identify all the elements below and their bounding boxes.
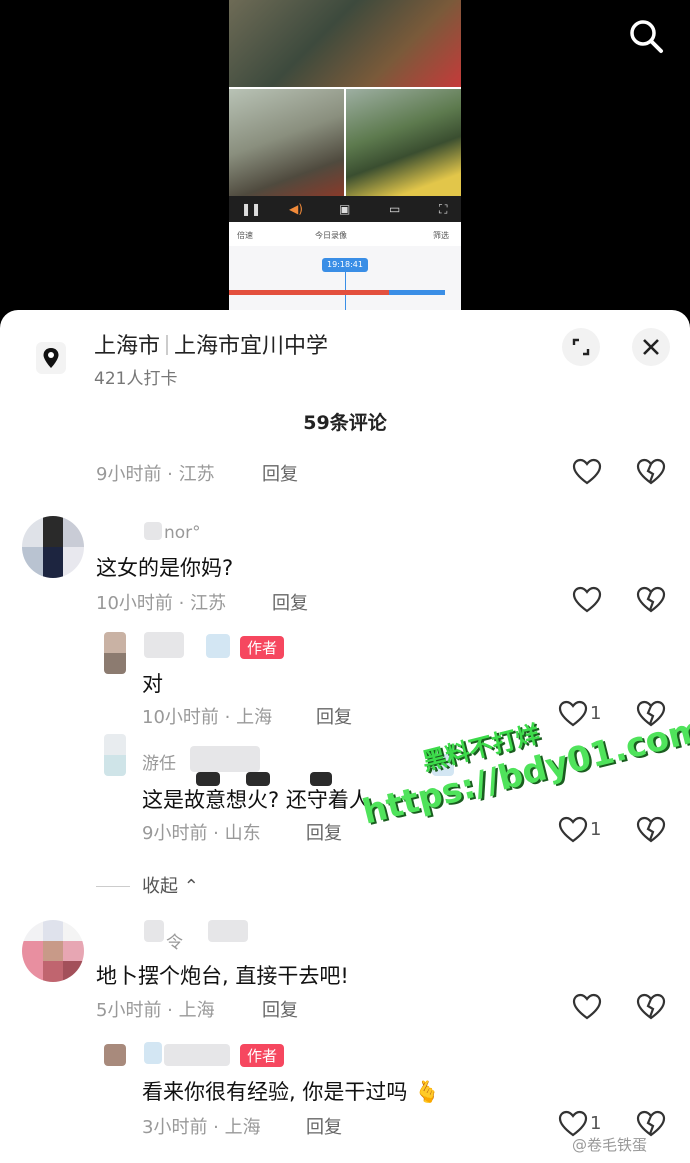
camera-icon: ▣: [339, 202, 351, 216]
close-icon: [643, 339, 659, 355]
place-name: 上海市宜川中学: [174, 334, 329, 359]
speed-label: 倍速: [237, 231, 253, 240]
record-icon: ▭: [389, 202, 401, 216]
credit-text: @卷毛铁蛋: [572, 1136, 648, 1154]
blurred-username: [144, 522, 162, 540]
comment-text-body: 看来你很有经验, 你是干过吗: [142, 1080, 408, 1104]
location-pin-icon: [36, 342, 66, 374]
speaker-icon: ◀): [289, 202, 303, 216]
timeline-segment-blue: [389, 290, 445, 295]
avatar[interactable]: [22, 920, 84, 982]
comment-text: 这是故意想火? 还守着人: [142, 788, 370, 812]
dislike-icon[interactable]: [636, 700, 666, 728]
collapse-replies-button[interactable]: 收起 ⌃: [96, 872, 199, 898]
dislike-icon[interactable]: [636, 586, 666, 614]
username: 游任: [142, 754, 176, 774]
username: 令: [166, 933, 183, 953]
title-separator: [166, 335, 169, 355]
emoji: 🫰: [414, 1080, 441, 1104]
camera-feed-2: [229, 88, 345, 196]
reply-button[interactable]: 回复: [262, 996, 298, 1022]
fullscreen-icon: ⛶: [439, 202, 448, 216]
filter-label: 筛选: [433, 231, 449, 240]
comment-meta: 10小时前 · 上海: [142, 707, 273, 728]
reply-button[interactable]: 回复: [306, 819, 342, 845]
like-count: 1: [590, 819, 602, 840]
like-count: 1: [590, 703, 602, 724]
pause-icon: ❚❚: [241, 202, 262, 216]
heart-icon[interactable]: [558, 700, 588, 728]
author-badge: 作者: [240, 1044, 285, 1067]
comment-meta: 5小时前 · 上海: [96, 1000, 215, 1021]
player-controls: ❚❚ ◀) ▣ ▭ ⛶: [229, 196, 461, 222]
username: nor°: [164, 523, 201, 543]
expand-icon: [572, 338, 590, 356]
dislike-icon[interactable]: [636, 993, 666, 1021]
comments-count: 59条评论: [303, 412, 387, 434]
comment-meta: 9小时前 · 山东: [142, 823, 261, 844]
blurred-username-icon: [144, 1042, 162, 1064]
avatar[interactable]: [22, 516, 84, 578]
timeline[interactable]: 19:18:41: [229, 246, 461, 320]
avatar[interactable]: [104, 1044, 126, 1066]
heart-icon[interactable]: [572, 586, 602, 614]
close-button[interactable]: [632, 328, 670, 366]
blurred-username: [144, 920, 164, 942]
dislike-icon[interactable]: [636, 458, 666, 486]
heart-icon[interactable]: [572, 458, 602, 486]
blurred-username: [190, 746, 260, 772]
reply-button[interactable]: 回复: [306, 1113, 342, 1139]
avatar[interactable]: [104, 734, 126, 776]
blurred-username: [144, 632, 184, 658]
comment-text: 这女的是你妈?: [96, 556, 234, 580]
checkin-count: 421人打卡: [94, 369, 178, 389]
blurred-username: [164, 1044, 230, 1066]
recorded-screen: ❚❚ ◀) ▣ ▭ ⛶ 倍速 今日录像 筛选 19:18:41: [229, 0, 461, 320]
author-badge: 作者: [240, 636, 285, 659]
reply-button[interactable]: 回复: [272, 589, 308, 615]
comment-meta: 3小时前 · 上海: [142, 1117, 261, 1138]
location-title[interactable]: 上海市 上海市宜川中学: [94, 328, 328, 360]
timeline-segment-red: [229, 290, 389, 295]
time-indicator: 19:18:41: [322, 258, 368, 272]
blurred-username-icon: [206, 634, 230, 658]
collapse-label: 收起: [142, 876, 178, 897]
like-count: 1: [590, 1113, 602, 1134]
video-player[interactable]: ❚❚ ◀) ▣ ▭ ⛶ 倍速 今日录像 筛选 19:18:41: [0, 0, 690, 320]
comment-text: 看来你很有经验, 你是干过吗 🫰: [142, 1076, 440, 1106]
comment-meta: 10小时前 · 江苏: [96, 593, 227, 614]
comment-sheet: 上海市 上海市宜川中学 421人打卡 59条评论 9小时前 · 江苏 回复 nor…: [0, 310, 690, 1163]
blurred-area: [432, 754, 454, 776]
collapse-divider: [96, 886, 130, 887]
search-icon[interactable]: [624, 14, 668, 58]
reply-button[interactable]: 回复: [262, 460, 298, 486]
heart-icon[interactable]: [558, 816, 588, 844]
city-name: 上海市: [94, 334, 161, 359]
chevron-up-icon: ⌃: [178, 876, 199, 897]
reply-button[interactable]: 回复: [316, 703, 352, 729]
camera-feed-3: [345, 88, 461, 196]
comment-meta: 9小时前 · 江苏: [96, 464, 215, 485]
heart-icon[interactable]: [572, 993, 602, 1021]
replay-label: 今日录像: [315, 231, 347, 240]
avatar[interactable]: [104, 632, 126, 674]
camera-feed-1: [229, 0, 461, 88]
feed-divider: [344, 88, 346, 196]
replay-row: 倍速 今日录像 筛选: [229, 224, 461, 246]
dislike-icon[interactable]: [636, 816, 666, 844]
expand-button[interactable]: [562, 328, 600, 366]
comment-text: 对: [142, 672, 163, 696]
blurred-username: [208, 920, 248, 942]
comment-text: 地卜摆个炮台, 直接干去吧!: [96, 964, 349, 988]
